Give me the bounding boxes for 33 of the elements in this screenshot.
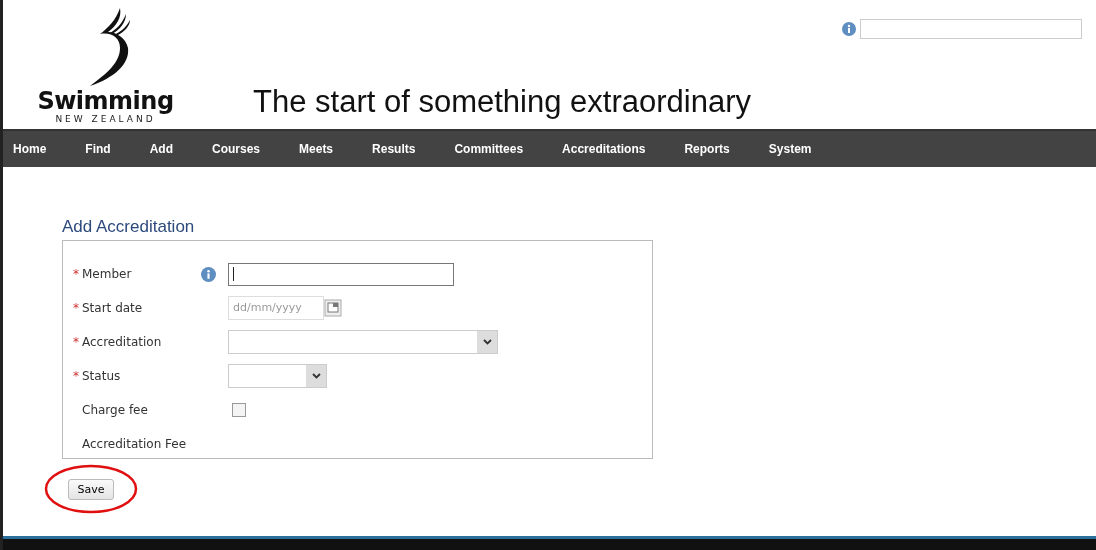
chevron-down-icon (482, 339, 492, 345)
nav-item[interactable]: Committees (454, 142, 524, 156)
required-asterisk: * (73, 369, 79, 383)
nav-item[interactable]: Reports (684, 142, 730, 156)
field-label: Charge fee (82, 403, 148, 417)
nav-item[interactable]: Home (13, 142, 47, 156)
logo-subtitle: NEW ZEALAND (55, 114, 156, 125)
field-label: Status (82, 369, 121, 383)
field-label: Accreditation Fee (82, 437, 187, 451)
field-label: Accreditation (82, 335, 162, 349)
nav-item[interactable]: Courses (212, 142, 261, 156)
nav-item[interactable]: Results (372, 142, 416, 156)
nav-item[interactable]: Find (85, 142, 111, 156)
info-icon[interactable] (201, 266, 216, 282)
info-icon[interactable] (842, 22, 856, 36)
chevron-down-icon (311, 373, 321, 379)
save-button[interactable]: Save (68, 478, 114, 500)
required-asterisk: * (73, 335, 79, 349)
field-label: Member (82, 267, 132, 281)
nav-item[interactable]: Add (149, 142, 173, 156)
nav-item[interactable]: System (768, 142, 812, 156)
field-label: Start date (82, 301, 143, 315)
form-title: Add Accreditation (62, 217, 196, 237)
search-field[interactable] (860, 19, 1082, 39)
member-field[interactable] (228, 262, 454, 286)
required-asterisk: * (73, 267, 79, 281)
checkbox[interactable] (232, 403, 246, 417)
calendar-icon[interactable] (324, 299, 342, 317)
nav-item[interactable]: Meets (299, 142, 334, 156)
nav-item[interactable]: Accreditations (562, 142, 646, 156)
required-asterisk: * (73, 301, 79, 315)
tagline: The start of something extraordinary (253, 84, 751, 120)
logo-wordmark: Swimming (37, 88, 174, 114)
